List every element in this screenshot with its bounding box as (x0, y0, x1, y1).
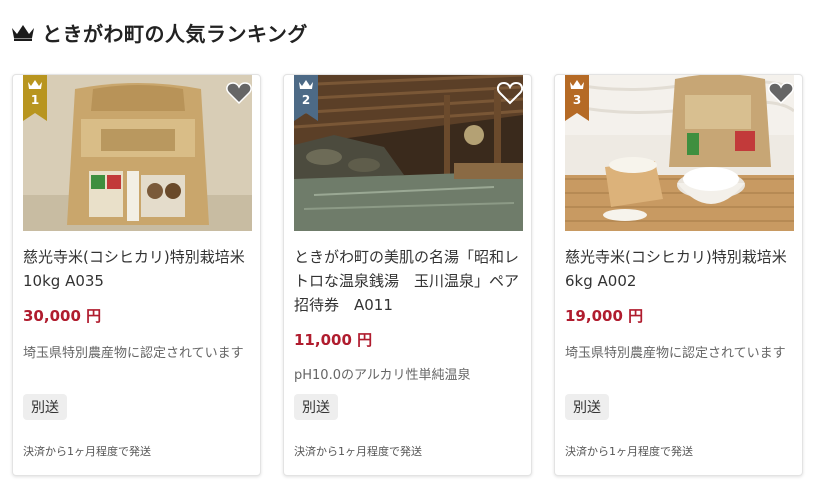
product-title[interactable]: 慈光寺米(コシヒカリ)特別栽培米6kg A002 (565, 245, 797, 293)
product-image-rice-bowl[interactable] (565, 75, 794, 231)
product-image-hot-spring[interactable] (294, 75, 523, 231)
rank-number: 3 (572, 93, 582, 107)
shipping-tag: 別送 (23, 394, 67, 420)
rank-number: 1 (30, 93, 40, 107)
product-description: 埼玉県特別農産物に認定されています (565, 346, 786, 361)
ranking-list: 1 慈光寺米(コシヒカリ)特別栽培米10kg A035 30,000 円 埼玉県… (12, 74, 803, 476)
product-description: 埼玉県特別農産物に認定されています (23, 346, 244, 361)
shipping-tag: 別送 (294, 394, 338, 420)
rank-badge: 3 (565, 75, 589, 121)
ranking-header: ときがわ町の人気ランキング (10, 18, 308, 46)
product-image-rice-bag[interactable] (23, 75, 252, 231)
product-card-rank-3[interactable]: 3 慈光寺米(コシヒカリ)特別栽培米6kg A002 19,000 円 埼玉県特… (554, 74, 803, 476)
product-card-rank-1[interactable]: 1 慈光寺米(コシヒカリ)特別栽培米10kg A035 30,000 円 埼玉県… (12, 74, 261, 476)
shipping-note: 決済から1ヶ月程度で発送 (565, 445, 693, 458)
product-description: pH10.0のアルカリ性単純温泉 (294, 368, 471, 383)
heart-icon[interactable] (768, 81, 794, 105)
product-title[interactable]: 慈光寺米(コシヒカリ)特別栽培米10kg A035 (23, 245, 255, 293)
shipping-note: 決済から1ヶ月程度で発送 (294, 445, 422, 458)
product-title[interactable]: ときがわ町の美肌の名湯「昭和レトロな温泉銭湯 玉川温泉」ペア招待券 A011 (294, 245, 526, 317)
shipping-note: 決済から1ヶ月程度で発送 (23, 445, 151, 458)
rank-number: 2 (301, 93, 311, 107)
heart-icon[interactable] (226, 81, 252, 105)
product-price: 19,000 円 (565, 307, 644, 325)
product-card-rank-2[interactable]: 2 ときがわ町の美肌の名湯「昭和レトロな温泉銭湯 玉川温泉」ペア招待券 A011… (283, 74, 532, 476)
crown-icon (10, 23, 36, 41)
product-price: 30,000 円 (23, 307, 102, 325)
rank-badge: 1 (23, 75, 47, 121)
heart-outline-icon[interactable] (496, 81, 524, 105)
shipping-tag: 別送 (565, 394, 609, 420)
product-price: 11,000 円 (294, 331, 373, 349)
rank-badge: 2 (294, 75, 318, 121)
page-title: ときがわ町の人気ランキング (42, 21, 308, 46)
